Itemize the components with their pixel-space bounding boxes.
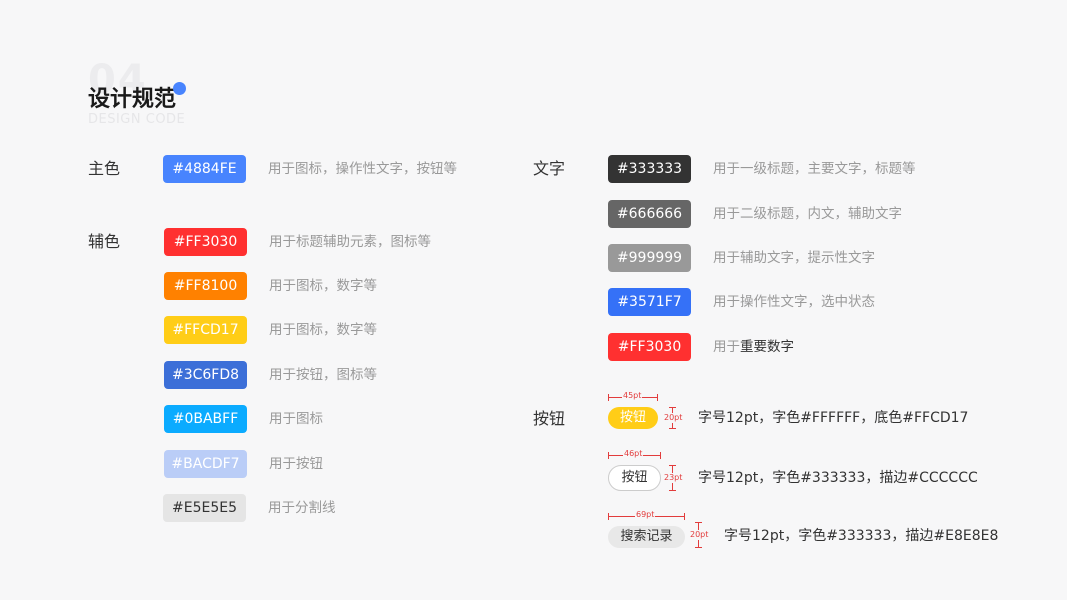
aux-swatch: #FFCD17 (164, 316, 247, 344)
aux-desc: 用于分割线 (268, 500, 336, 516)
text-desc: 用于操作性文字，选中状态 (713, 294, 875, 310)
primary-label: 主色 (88, 159, 121, 178)
text-desc: 用于二级标题，内文，辅助文字 (713, 206, 902, 222)
aux-desc: 用于图标 (269, 411, 323, 427)
auxiliary-label: 辅色 (88, 232, 121, 251)
height-dimension: 23pt (663, 473, 684, 483)
aux-desc: 用于图标，数字等 (269, 322, 377, 338)
dim-tick (669, 428, 676, 429)
aux-swatch: #3C6FD8 (164, 361, 247, 389)
sample-button-outline[interactable]: 按钮 (608, 465, 661, 491)
sample-button-yellow[interactable]: 按钮 (608, 407, 658, 429)
buttons-label: 按钮 (533, 409, 566, 428)
aux-desc: 用于标题辅助元素，图标等 (269, 234, 431, 250)
dim-tick (660, 452, 661, 459)
button-spec: 字号12pt，字色#FFFFFF，底色#FFCD17 (698, 410, 969, 426)
aux-swatch: #BACDF7 (164, 450, 247, 478)
aux-desc: 用于按钮，图标等 (269, 367, 377, 383)
text-swatch: #999999 (608, 244, 691, 272)
height-dimension: 20pt (663, 413, 684, 423)
primary-desc: 用于图标，操作性文字，按钮等 (268, 161, 457, 177)
width-dimension: 46pt (623, 449, 644, 459)
aux-swatch: #0BABFF (164, 405, 247, 433)
aux-desc: 用于按钮 (269, 456, 323, 472)
text-desc: 用于辅助文字，提示性文字 (713, 250, 875, 266)
text-colors-label: 文字 (533, 159, 566, 178)
text-swatch: #3571F7 (608, 288, 691, 316)
dim-tick (657, 394, 658, 401)
height-dimension: 20pt (689, 530, 710, 540)
page-title: 设计规范 (88, 87, 177, 112)
dim-tick (695, 547, 702, 548)
accent-dot (173, 82, 186, 95)
button-spec: 字号12pt，字色#333333，描边#E8E8E8 (724, 528, 999, 544)
aux-swatch: #FF8100 (164, 272, 247, 300)
aux-desc: 用于图标，数字等 (269, 278, 377, 294)
dim-tick (684, 513, 685, 520)
aux-swatch: #FF3030 (164, 228, 247, 256)
width-dimension: 45pt (622, 391, 643, 401)
page-subtitle: DESIGN CODE (88, 112, 186, 127)
button-spec: 字号12pt，字色#333333，描边#CCCCCC (698, 470, 978, 486)
text-desc: 用于一级标题，主要文字，标题等 (713, 161, 916, 177)
primary-swatch: #4884FE (163, 155, 246, 183)
search-history-button[interactable]: 搜索记录 (608, 526, 685, 548)
aux-swatch: #E5E5E5 (163, 494, 246, 522)
width-dimension: 69pt (635, 510, 656, 520)
text-swatch: #666666 (608, 200, 691, 228)
text-swatch: #333333 (608, 155, 691, 183)
text-swatch: #FF3030 (608, 333, 691, 361)
dim-tick (669, 490, 676, 491)
text-desc: 用于重要数字 (713, 339, 794, 355)
